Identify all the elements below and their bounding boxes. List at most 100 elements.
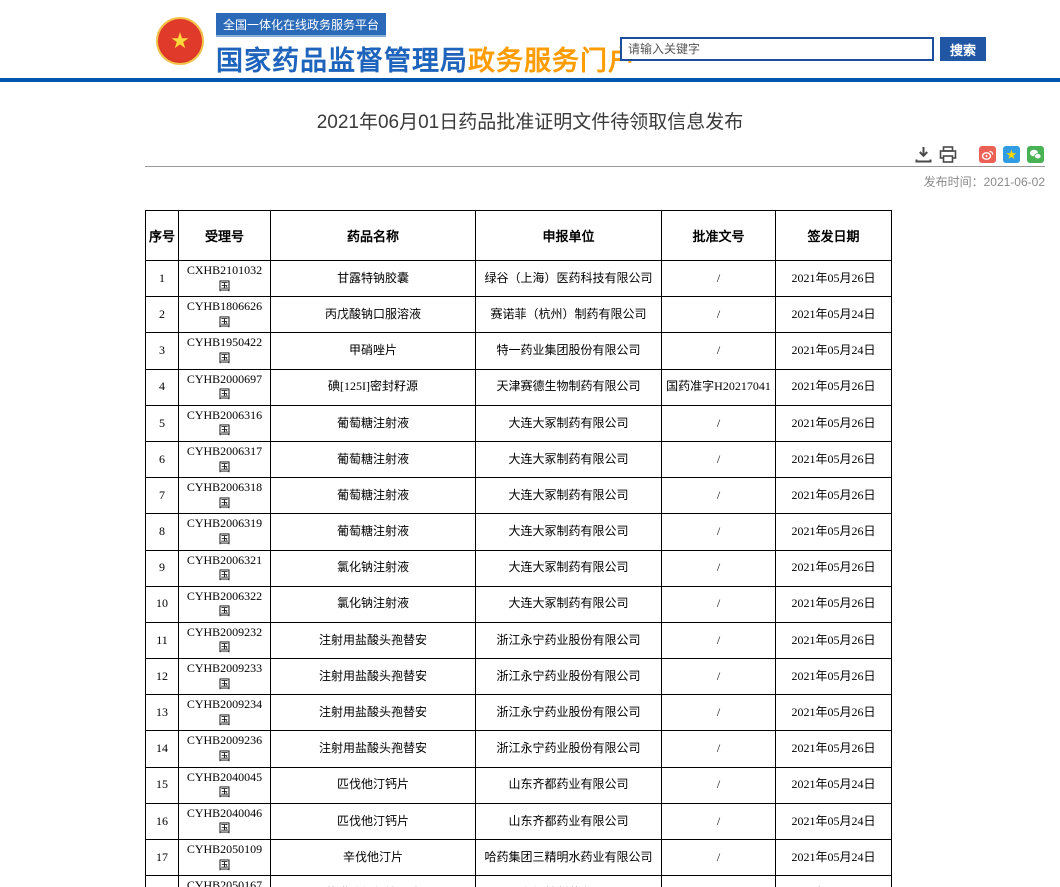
cell-applicant: 特一药业集团股份有限公司 bbox=[476, 333, 662, 369]
cell-approval-no: / bbox=[662, 876, 776, 887]
table-row: 4CYHB2000697国碘[125I]密封籽源天津赛德生物制药有限公司国药准字… bbox=[146, 369, 892, 405]
cell-receipt-no: CYHB2009236国 bbox=[179, 731, 271, 767]
weibo-share-icon[interactable] bbox=[979, 146, 996, 163]
cell-index: 16 bbox=[146, 803, 179, 839]
cell-index: 7 bbox=[146, 478, 179, 514]
cell-index: 17 bbox=[146, 840, 179, 876]
cell-issue-date: 2021年05月26日 bbox=[776, 550, 892, 586]
cell-applicant: 浙江永宁药业股份有限公司 bbox=[476, 622, 662, 658]
column-header-receipt-no: 受理号 bbox=[179, 211, 271, 261]
cell-applicant: 山东齐都药业有限公司 bbox=[476, 803, 662, 839]
cell-applicant: 山东齐都药业有限公司 bbox=[476, 767, 662, 803]
print-icon[interactable] bbox=[939, 145, 957, 163]
table-row: 15CYHB2040045国匹伐他汀钙片山东齐都药业有限公司/2021年05月2… bbox=[146, 767, 892, 803]
approval-table: 序号受理号药品名称申报单位批准文号签发日期 1CXHB2101032国甘露特钠胶… bbox=[145, 210, 892, 887]
cell-applicant: 大连大冢制药有限公司 bbox=[476, 514, 662, 550]
cell-drug-name: 匹伐他汀钙片 bbox=[271, 803, 476, 839]
cell-approval-no: / bbox=[662, 803, 776, 839]
cell-receipt-no: CYHB2006317国 bbox=[179, 441, 271, 477]
cell-approval-no: / bbox=[662, 840, 776, 876]
cell-issue-date: 2021年05月24日 bbox=[776, 803, 892, 839]
cell-drug-name: 甲硝唑片 bbox=[271, 333, 476, 369]
cell-approval-no: / bbox=[662, 731, 776, 767]
table-row: 8CYHB2006319国葡萄糖注射液大连大冢制药有限公司/2021年05月26… bbox=[146, 514, 892, 550]
cell-approval-no: / bbox=[662, 659, 776, 695]
cell-receipt-no: CYHB2009232国 bbox=[179, 622, 271, 658]
cell-drug-name: 辛伐他汀片 bbox=[271, 840, 476, 876]
cell-applicant: 浙江永宁药业股份有限公司 bbox=[476, 731, 662, 767]
cell-index: 6 bbox=[146, 441, 179, 477]
search-button[interactable]: 搜索 bbox=[940, 37, 986, 61]
column-header-index: 序号 bbox=[146, 211, 179, 261]
cell-approval-no: / bbox=[662, 695, 776, 731]
cell-approval-no: / bbox=[662, 441, 776, 477]
cell-issue-date: 2021年05月26日 bbox=[776, 441, 892, 477]
column-header-drug-name: 药品名称 bbox=[271, 211, 476, 261]
cell-drug-name: 氯化钠注射液 bbox=[271, 550, 476, 586]
cell-drug-name: 碘[125I]密封籽源 bbox=[271, 369, 476, 405]
cell-receipt-no: CYHB2006318国 bbox=[179, 478, 271, 514]
cell-issue-date: 2021年05月26日 bbox=[776, 622, 892, 658]
page-title: 2021年06月01日药品批准证明文件待领取信息发布 bbox=[0, 107, 1060, 134]
cell-index: 2 bbox=[146, 297, 179, 333]
cell-receipt-no: CYHB1950422国 bbox=[179, 333, 271, 369]
table-row: 12CYHB2009233国注射用盐酸头孢替安浙江永宁药业股份有限公司/2021… bbox=[146, 659, 892, 695]
cell-index: 15 bbox=[146, 767, 179, 803]
page: ★ 全国一体化在线政务服务平台 国家药品监督管理局政务服务门户 搜索 2021年… bbox=[0, 0, 1060, 887]
cell-receipt-no: CYHB2009234国 bbox=[179, 695, 271, 731]
cell-issue-date: 2021年05月24日 bbox=[776, 297, 892, 333]
cell-drug-name: 甘露特钠胶囊 bbox=[271, 261, 476, 297]
cell-drug-name: 氯化钠注射液 bbox=[271, 586, 476, 622]
cell-approval-no: / bbox=[662, 622, 776, 658]
cell-issue-date: 2021年05月24日 bbox=[776, 876, 892, 887]
cell-issue-date: 2021年05月26日 bbox=[776, 369, 892, 405]
cell-index: 3 bbox=[146, 333, 179, 369]
site-title: 国家药品监督管理局政务服务门户 bbox=[216, 39, 636, 78]
cell-applicant: 哈药集团三精明水药业有限公司 bbox=[476, 840, 662, 876]
site-title-main: 国家药品监督管理局 bbox=[216, 46, 468, 76]
cell-drug-name: 葡萄糖注射液 bbox=[271, 441, 476, 477]
cell-receipt-no: CYHB2000697国 bbox=[179, 369, 271, 405]
cell-issue-date: 2021年05月26日 bbox=[776, 478, 892, 514]
cell-approval-no: / bbox=[662, 261, 776, 297]
table-row: 16CYHB2040046国匹伐他汀钙片山东齐都药业有限公司/2021年05月2… bbox=[146, 803, 892, 839]
content-divider bbox=[145, 166, 1045, 167]
column-header-issue-date: 签发日期 bbox=[776, 211, 892, 261]
cell-applicant: 大连大冢制药有限公司 bbox=[476, 550, 662, 586]
table-row: 1CXHB2101032国甘露特钠胶囊绿谷（上海）医药科技有限公司/2021年0… bbox=[146, 261, 892, 297]
cell-receipt-no: CYHB2009233国 bbox=[179, 659, 271, 695]
cell-receipt-no: CYHB2006319国 bbox=[179, 514, 271, 550]
national-emblem-logo: ★ bbox=[156, 17, 204, 65]
cell-receipt-no: CYHB2050109国 bbox=[179, 840, 271, 876]
cell-index: 8 bbox=[146, 514, 179, 550]
cell-drug-name: 注射用盐酸头孢替安 bbox=[271, 622, 476, 658]
table-row: 9CYHB2006321国氯化钠注射液大连大冢制药有限公司/2021年05月26… bbox=[146, 550, 892, 586]
cell-drug-name: 注射用盐酸头孢替安 bbox=[271, 731, 476, 767]
cell-drug-name: 苯磺酸氨氯地平片 bbox=[271, 876, 476, 887]
platform-badge: 全国一体化在线政务服务平台 bbox=[216, 13, 386, 37]
download-icon[interactable] bbox=[914, 145, 932, 163]
cell-approval-no: / bbox=[662, 405, 776, 441]
cell-applicant: 绿谷（上海）医药科技有限公司 bbox=[476, 261, 662, 297]
cell-index: 1 bbox=[146, 261, 179, 297]
table-row: 2CYHB1806626国丙戊酸钠口服溶液赛诺菲（杭州）制药有限公司/2021年… bbox=[146, 297, 892, 333]
qzone-share-icon[interactable]: ★ bbox=[1003, 146, 1020, 163]
cell-approval-no: / bbox=[662, 333, 776, 369]
search-input[interactable] bbox=[620, 37, 934, 61]
cell-index: 11 bbox=[146, 622, 179, 658]
cell-index: 13 bbox=[146, 695, 179, 731]
table-row: 13CYHB2009234国注射用盐酸头孢替安浙江永宁药业股份有限公司/2021… bbox=[146, 695, 892, 731]
cell-receipt-no: CXHB2101032国 bbox=[179, 261, 271, 297]
wechat-share-icon[interactable] bbox=[1027, 146, 1044, 163]
cell-approval-no: / bbox=[662, 767, 776, 803]
table-row: 5CYHB2006316国葡萄糖注射液大连大冢制药有限公司/2021年05月26… bbox=[146, 405, 892, 441]
cell-applicant: 赛诺菲（杭州）制药有限公司 bbox=[476, 297, 662, 333]
cell-issue-date: 2021年05月26日 bbox=[776, 405, 892, 441]
cell-approval-no: / bbox=[662, 550, 776, 586]
cell-drug-name: 丙戊酸钠口服溶液 bbox=[271, 297, 476, 333]
table-header-row: 序号受理号药品名称申报单位批准文号签发日期 bbox=[146, 211, 892, 261]
cell-approval-no: / bbox=[662, 514, 776, 550]
cell-issue-date: 2021年05月26日 bbox=[776, 731, 892, 767]
cell-issue-date: 2021年05月26日 bbox=[776, 695, 892, 731]
cell-approval-no: / bbox=[662, 586, 776, 622]
